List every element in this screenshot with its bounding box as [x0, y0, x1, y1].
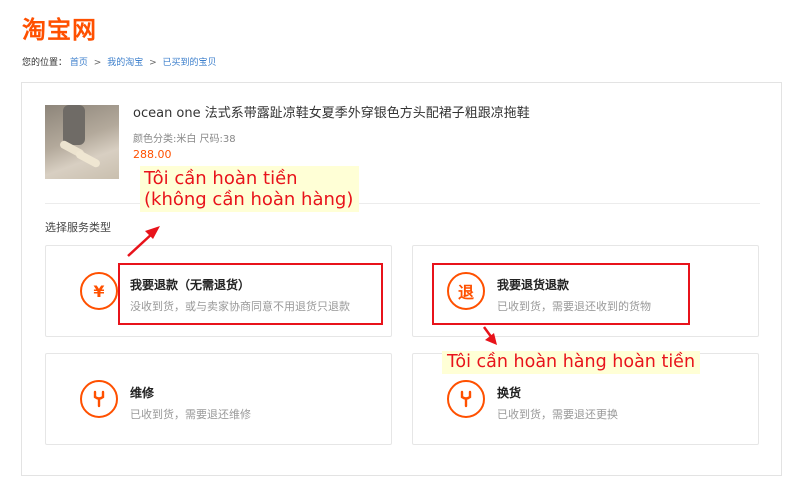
breadcrumb-purchased-link[interactable]: 已买到的宝贝	[163, 58, 217, 68]
breadcrumb-my-taobao-link[interactable]: 我的淘宝	[107, 58, 143, 68]
annotation-note-return-refund: Tôi cần hoàn hàng hoàn tiền	[442, 351, 701, 374]
service-type-label: 选择服务类型	[45, 221, 111, 234]
option-desc: 已收到货，需要退还维修	[130, 408, 251, 421]
repair-option[interactable]: 维修 已收到货，需要退还维修	[45, 353, 392, 445]
product-price: 288.00	[133, 148, 172, 161]
taobao-logo[interactable]: 淘宝网	[22, 10, 97, 45]
product-title[interactable]: ocean one 法式系带露趾凉鞋女夏季外穿银色方头配裙子粗跟凉拖鞋	[133, 102, 530, 121]
product-image[interactable]	[45, 105, 119, 179]
breadcrumb-prefix: 您的位置：	[22, 58, 68, 68]
highlight-box-return-refund	[432, 263, 690, 325]
breadcrumb-home-link[interactable]: 首页	[70, 58, 88, 68]
highlight-box-refund-only	[118, 263, 383, 325]
yen-refund-icon: ¥	[80, 272, 118, 310]
wrench-icon	[80, 380, 118, 418]
product-sku: 颜色分类:米白 尺码:38	[133, 134, 236, 145]
option-desc: 已收到货，需要退还更换	[497, 408, 618, 421]
annotation-note-refund-only: Tôi cần hoàn tiền (không cần hoàn hàng)	[140, 166, 360, 213]
breadcrumb-separator: >	[93, 58, 102, 68]
wrench-icon	[447, 380, 485, 418]
breadcrumb-separator: >	[149, 58, 157, 68]
breadcrumb: 您的位置： 首页 > 我的淘宝 > 已买到的宝贝	[22, 55, 217, 68]
option-title: 换货	[497, 386, 522, 400]
option-title: 维修	[130, 386, 155, 400]
